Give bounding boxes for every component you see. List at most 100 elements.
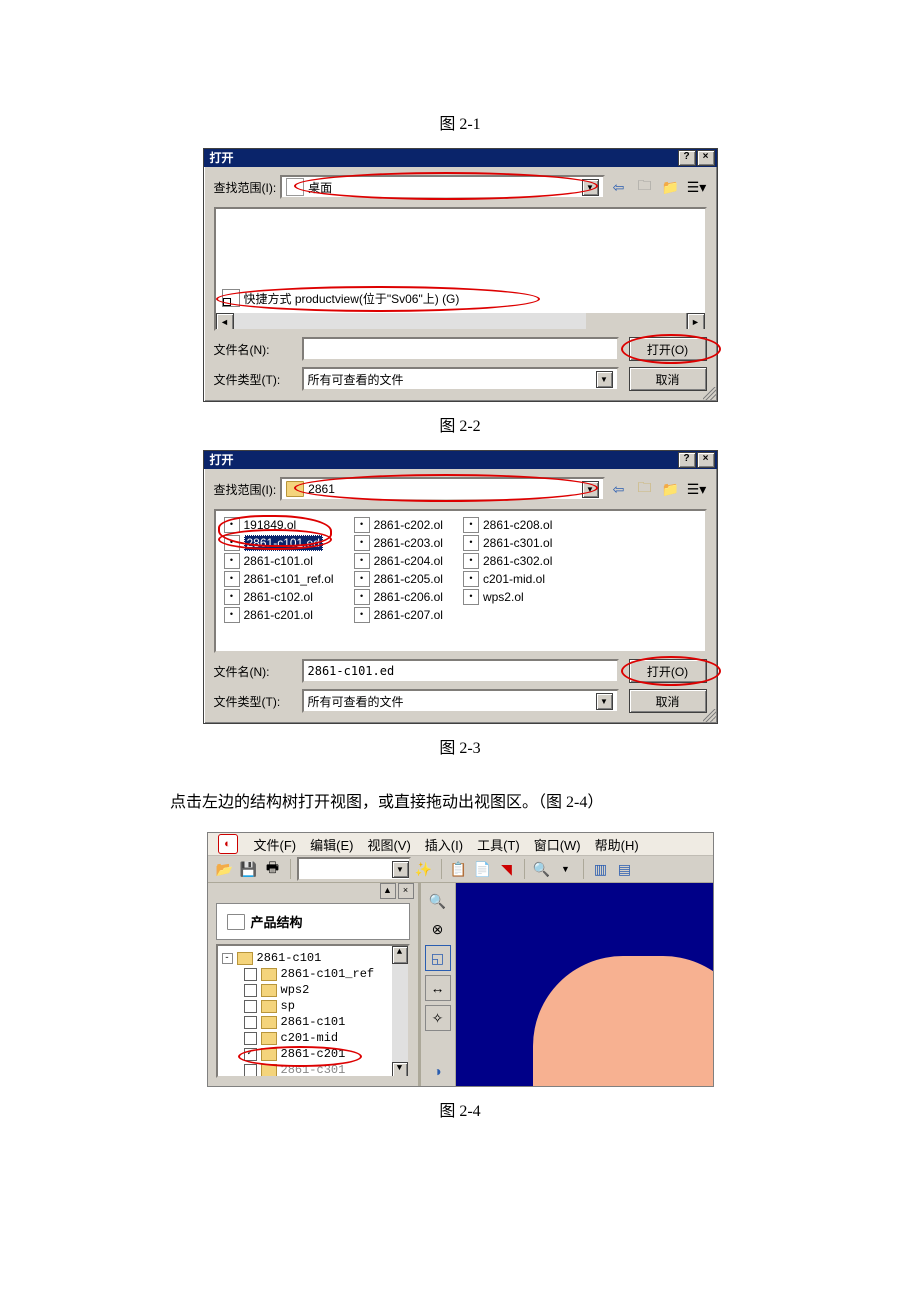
file-item[interactable]: •wps2.ol (463, 589, 552, 605)
back-icon[interactable]: ⇦ (609, 479, 629, 499)
menu-tools[interactable]: 工具(T) (477, 835, 520, 854)
filename-input[interactable]: 2861-c101.ed (302, 659, 619, 683)
fit-icon[interactable]: ✧ (425, 1005, 451, 1031)
filename-input[interactable] (302, 337, 619, 361)
scroll-left-icon[interactable]: ◄ (216, 313, 234, 331)
file-item[interactable]: •2861-c203.ol (354, 535, 443, 551)
copy-icon[interactable]: 📋 (448, 858, 470, 880)
menu-help[interactable]: 帮助(H) (595, 835, 639, 854)
file-item[interactable]: •2861-c204.ol (354, 553, 443, 569)
save-icon[interactable]: 💾 (238, 858, 260, 880)
resize-grip[interactable] (703, 709, 717, 723)
zoom-window-icon[interactable]: ◱ (425, 945, 451, 971)
open-icon[interactable]: 📂 (214, 858, 236, 880)
file-item[interactable]: •2861-c101_ref.ol (224, 571, 334, 587)
help-button[interactable]: ? (678, 150, 696, 166)
tree-item-label: c201-mid (281, 1031, 339, 1045)
tree-item[interactable]: sp (222, 998, 404, 1014)
tree-view[interactable]: -2861-c1012861-c101_refwps2sp2861-c101c2… (216, 944, 410, 1078)
tree-item[interactable]: wps2 (222, 982, 404, 998)
panel-up-icon[interactable]: ▲ (380, 883, 396, 899)
look-in-combo[interactable]: 桌面 ▼ (280, 175, 604, 199)
checkbox[interactable] (244, 984, 257, 997)
cancel-button[interactable]: 取消 (629, 689, 707, 713)
tree-root[interactable]: -2861-c101 (222, 950, 404, 966)
menu-edit[interactable]: 编辑(E) (310, 835, 353, 854)
open-button[interactable]: 打开(O) (629, 659, 707, 683)
toolbar-combo[interactable]: ▼ (297, 857, 411, 881)
panel-close-icon[interactable]: × (398, 883, 414, 899)
file-item[interactable]: •2861-c101.ed (224, 535, 334, 551)
shade-icon[interactable]: ◑ (426, 1059, 450, 1083)
new-folder-icon[interactable]: 📁 (661, 177, 681, 197)
up-folder-icon[interactable]: 🗀 (635, 177, 655, 197)
up-folder-icon[interactable]: 🗀 (635, 479, 655, 499)
help-button[interactable]: ? (678, 452, 696, 468)
view-menu-icon[interactable]: ☰▾ (687, 479, 707, 499)
wand-icon[interactable]: ✨ (413, 858, 435, 880)
filetype-combo[interactable]: 所有可查看的文件 ▼ (302, 689, 619, 713)
dropdown-icon[interactable]: ▼ (596, 693, 613, 710)
zoom-reset-icon[interactable]: ⊗ (426, 917, 450, 941)
file-item[interactable]: •2861-c302.ol (463, 553, 552, 569)
file-item[interactable]: •191849.ol (224, 517, 334, 533)
open-button[interactable]: 打开(O) (629, 337, 707, 361)
3d-viewport[interactable] (456, 883, 713, 1086)
file-item[interactable]: •2861-c301.ol (463, 535, 552, 551)
file-item[interactable]: •2861-c102.ol (224, 589, 334, 605)
tree-item[interactable]: c201-mid (222, 1030, 404, 1046)
titlebar[interactable]: 打开 ? × (204, 451, 717, 469)
shortcut-item[interactable]: 快捷方式 productview(位于"Sv06"上) (G) (222, 289, 460, 307)
file-icon: • (354, 535, 370, 551)
scroll-right-icon[interactable]: ► (687, 313, 705, 331)
file-item[interactable]: •2861-c101.ol (224, 553, 334, 569)
file-item[interactable]: •2861-c207.ol (354, 607, 443, 623)
file-item[interactable]: •c201-mid.ol (463, 571, 552, 587)
resize-grip[interactable] (703, 387, 717, 401)
file-item[interactable]: •2861-c202.ol (354, 517, 443, 533)
tree-item[interactable]: 2861-c101_ref (222, 966, 404, 982)
print-icon[interactable]: 🖶 (262, 858, 284, 880)
search-icon[interactable]: 🔍 (531, 858, 553, 880)
close-button[interactable]: × (697, 452, 715, 468)
v-scrollbar[interactable]: ▲▼ (392, 946, 408, 1076)
titlebar[interactable]: 打开 ? × (204, 149, 717, 167)
paste-icon[interactable]: 📄 (472, 858, 494, 880)
checkbox[interactable] (244, 1000, 257, 1013)
new-folder-icon[interactable]: 📁 (661, 479, 681, 499)
menu-window[interactable]: 窗口(W) (534, 835, 581, 854)
checkbox[interactable] (244, 1016, 257, 1029)
cancel-button[interactable]: 取消 (629, 367, 707, 391)
file-item[interactable]: •2861-c208.ol (463, 517, 552, 533)
checkbox[interactable] (244, 1032, 257, 1045)
filetype-combo[interactable]: 所有可查看的文件 ▼ (302, 367, 619, 391)
pointer-icon[interactable]: ◥ (496, 858, 518, 880)
menu-file[interactable]: 文件(F) (254, 835, 297, 854)
menubar[interactable]: ◐ 文件(F) 编辑(E) 视图(V) 插入(I) 工具(T) 窗口(W) 帮助… (208, 833, 713, 856)
view-menu-icon[interactable]: ☰▾ (687, 177, 707, 197)
file-listing[interactable]: 快捷方式 productview(位于"Sv06"上) (G) ◄ ► (214, 207, 707, 331)
file-item[interactable]: •2861-c201.ol (224, 607, 334, 623)
file-item[interactable]: •2861-c205.ol (354, 571, 443, 587)
panel1-icon[interactable]: ▥ (590, 858, 612, 880)
dropdown-icon[interactable]: ▼ (582, 481, 599, 498)
tree-item[interactable]: 2861-c101 (222, 1014, 404, 1030)
chevron-down-icon[interactable]: ▼ (555, 858, 577, 880)
checkbox[interactable] (244, 1064, 257, 1077)
zoom-in-icon[interactable]: 🔍 (426, 889, 450, 913)
dropdown-icon[interactable]: ▼ (582, 179, 599, 196)
folder-icon (286, 481, 304, 497)
file-item[interactable]: •2861-c206.ol (354, 589, 443, 605)
menu-insert[interactable]: 插入(I) (425, 835, 463, 854)
file-listing[interactable]: •191849.ol •2861-c101.ed •2861-c101.ol •286… (214, 509, 707, 653)
h-scrollbar[interactable]: ◄ ► (216, 313, 705, 329)
collapse-icon[interactable]: - (222, 953, 233, 964)
close-button[interactable]: × (697, 150, 715, 166)
menu-view[interactable]: 视图(V) (367, 835, 410, 854)
look-in-combo[interactable]: 2861 ▼ (280, 477, 604, 501)
dropdown-icon[interactable]: ▼ (596, 371, 613, 388)
panel2-icon[interactable]: ▤ (614, 858, 636, 880)
pan-icon[interactable]: ↔ (425, 975, 451, 1001)
checkbox[interactable] (244, 968, 257, 981)
back-icon[interactable]: ⇦ (609, 177, 629, 197)
